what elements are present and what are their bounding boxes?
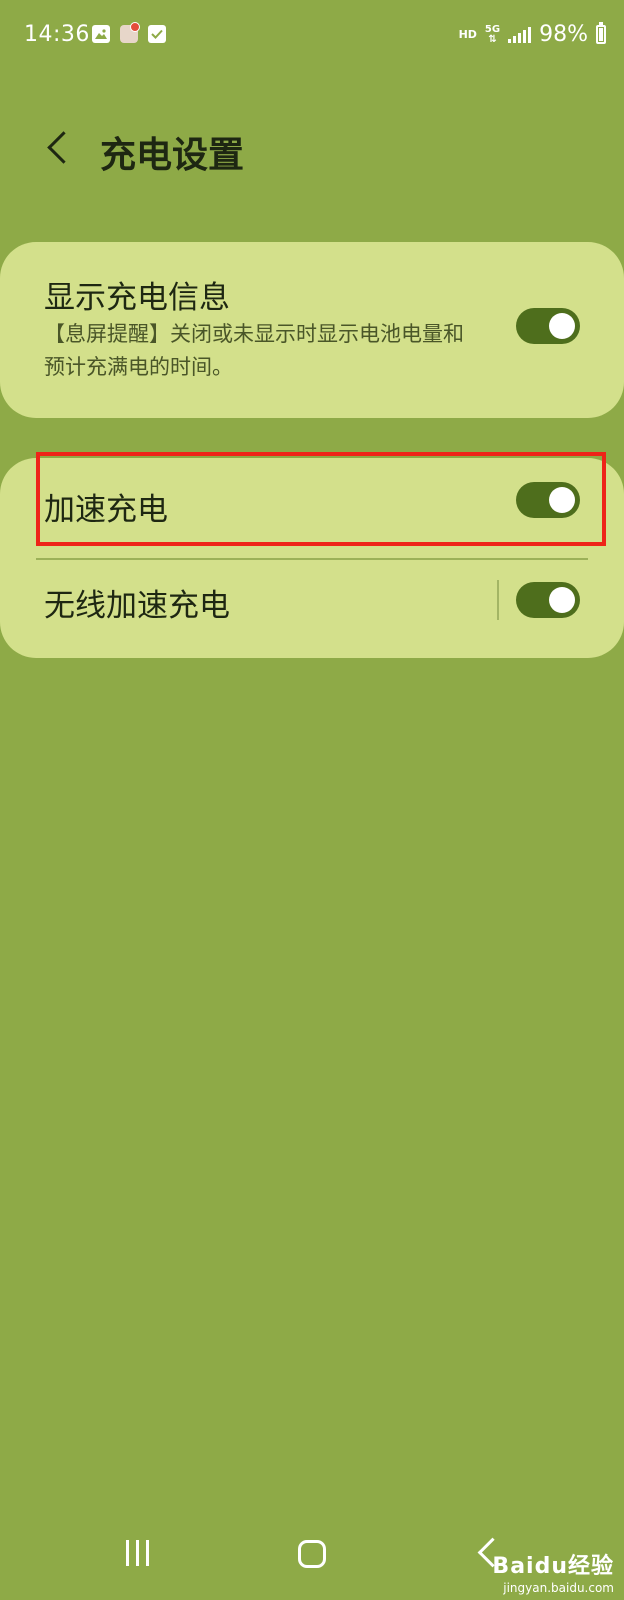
status-time: 14:36 bbox=[24, 22, 90, 47]
vertical-divider bbox=[497, 580, 499, 620]
toggle-knob bbox=[549, 313, 575, 339]
battery-icon bbox=[596, 22, 606, 44]
page-title: 充电设置 bbox=[100, 135, 245, 176]
baidu-watermark: Baidu经验 jingyan.baidu.com bbox=[492, 1548, 614, 1595]
hd-badge: HD bbox=[458, 28, 477, 41]
setting-title-fast-wireless-charging[interactable]: 无线加速充电 bbox=[44, 580, 230, 625]
notification-icons bbox=[92, 22, 166, 43]
gallery-icon bbox=[92, 25, 110, 43]
status-bar: 14:36 HD 5G ⇅ 98% bbox=[0, 0, 624, 72]
setting-description-show-charging-info: 【息屏提醒】关闭或未显示时显示电池电量和预计充满电的时间。 bbox=[44, 322, 464, 379]
settings-card-charging-info[interactable]: 显示充电信息 【息屏提醒】关闭或未显示时显示电池电量和预计充满电的时间。 bbox=[0, 242, 624, 418]
recents-button[interactable] bbox=[126, 1540, 149, 1566]
home-button[interactable] bbox=[298, 1540, 326, 1568]
app-notification-icon bbox=[120, 22, 140, 43]
row-divider bbox=[36, 558, 588, 560]
watermark-sub: jingyan.baidu.com bbox=[503, 1581, 614, 1595]
header: 充电设置 bbox=[0, 110, 624, 190]
checkbox-icon bbox=[148, 25, 166, 43]
signal-icon bbox=[508, 26, 532, 43]
status-right: HD 5G ⇅ 98% bbox=[459, 22, 606, 47]
data-arrows-icon: ⇅ bbox=[488, 33, 497, 45]
highlight-annotation-box bbox=[36, 452, 606, 546]
chevron-left-icon bbox=[46, 130, 80, 164]
toggle-fast-wireless-charging[interactable] bbox=[516, 582, 580, 618]
setting-title-show-charging-info: 显示充电信息 bbox=[44, 280, 230, 316]
network-type-badge: 5G ⇅ bbox=[485, 24, 500, 45]
watermark-main: Baidu经验 bbox=[492, 1554, 614, 1579]
battery-percent: 98% bbox=[539, 22, 588, 47]
back-button[interactable] bbox=[36, 122, 80, 172]
toggle-show-charging-info[interactable] bbox=[516, 308, 580, 344]
toggle-knob bbox=[549, 587, 575, 613]
